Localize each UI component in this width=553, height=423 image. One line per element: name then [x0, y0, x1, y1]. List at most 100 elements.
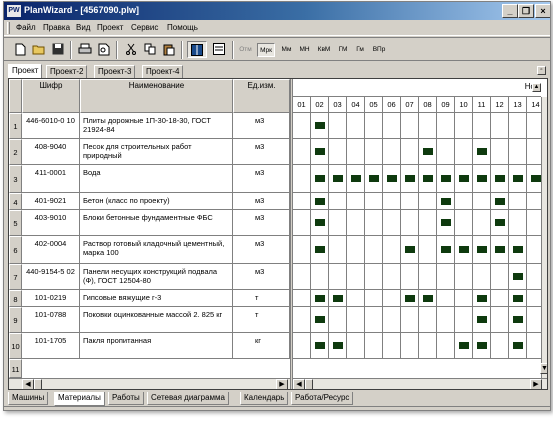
gantt-bar[interactable] [441, 198, 451, 205]
column-header-unit[interactable]: Ед.изм. [233, 79, 290, 113]
gantt-bar[interactable] [459, 246, 469, 253]
scale-disabled-button[interactable]: Отм [237, 43, 254, 57]
row-number[interactable]: 2 [9, 139, 22, 165]
gantt-bar[interactable] [441, 175, 451, 182]
gantt-bar[interactable] [423, 175, 433, 182]
gantt-bar[interactable] [477, 175, 487, 182]
new-file-icon[interactable] [11, 41, 29, 58]
pane-restore-icon[interactable]: ▫ [537, 66, 546, 75]
gantt-bar[interactable] [513, 295, 523, 302]
gantt-bar[interactable] [315, 316, 325, 323]
gantt-bar[interactable] [459, 342, 469, 349]
cut-icon[interactable] [122, 41, 140, 58]
gantt-bar[interactable] [477, 148, 487, 155]
row-number[interactable]: 10 [9, 333, 22, 359]
gantt-bar[interactable] [333, 295, 343, 302]
scroll-thumb[interactable] [34, 379, 42, 389]
menu-view[interactable]: Вид [76, 23, 90, 32]
scale-button[interactable]: ГМ [335, 43, 351, 57]
scale-button[interactable]: КвМ [314, 43, 334, 57]
gantt-bar[interactable] [423, 148, 433, 155]
vertical-scrollbar[interactable]: ▼ [540, 97, 547, 378]
scale-button[interactable]: Мм [278, 43, 295, 57]
menu-help[interactable]: Помощь [167, 23, 198, 32]
scroll-left-icon[interactable]: ◀ [293, 379, 305, 389]
scale-button[interactable]: Гм [352, 43, 368, 57]
gantt-bar[interactable] [315, 219, 325, 226]
gantt-bar[interactable] [513, 342, 523, 349]
tab-materials[interactable]: Материалы [54, 392, 105, 406]
tab-project-4[interactable]: Проект-4 [142, 65, 184, 78]
column-header-code[interactable]: Шифр [22, 79, 80, 113]
tab-project-3[interactable]: Проект-3 [94, 65, 136, 78]
scroll-right-icon[interactable]: ▶ [276, 379, 288, 389]
save-icon[interactable] [49, 41, 67, 58]
column-header-name[interactable]: Наименование [80, 79, 233, 113]
gantt-bar[interactable] [315, 342, 325, 349]
gantt-bar[interactable] [315, 198, 325, 205]
copy-icon[interactable] [141, 41, 159, 58]
menu-edit[interactable]: Правка [43, 23, 70, 32]
gantt-bar[interactable] [405, 175, 415, 182]
print-preview-icon[interactable] [95, 41, 113, 58]
gantt-bar[interactable] [441, 246, 451, 253]
tab-calendar[interactable]: Календарь [240, 392, 289, 405]
row-number[interactable]: 1 [9, 113, 22, 139]
gantt-bar[interactable] [513, 175, 523, 182]
tab-network-diagram[interactable]: Сетевая диаграмма [147, 392, 229, 405]
scroll-up-icon[interactable]: ▲ [532, 83, 541, 92]
gantt-bar[interactable] [477, 342, 487, 349]
menu-service[interactable]: Сервис [131, 23, 158, 32]
gantt-bar[interactable] [423, 295, 433, 302]
gantt-bar[interactable] [495, 198, 505, 205]
gantt-bar[interactable] [405, 295, 415, 302]
gantt-bar[interactable] [477, 295, 487, 302]
gantt-bar[interactable] [459, 175, 469, 182]
open-folder-icon[interactable] [30, 41, 48, 58]
gantt-bar[interactable] [513, 273, 523, 280]
table-view-icon[interactable] [187, 41, 207, 58]
row-number[interactable]: 7 [9, 264, 22, 290]
gantt-bar[interactable] [387, 175, 397, 182]
title-bar[interactable]: PW PlanWizard - [4567090.plw] _ ❐ × [4, 2, 550, 20]
gantt-bar[interactable] [477, 316, 487, 323]
tab-machines[interactable]: Машины [8, 392, 49, 405]
close-button[interactable]: × [535, 4, 550, 18]
row-number[interactable]: 9 [9, 307, 22, 333]
gantt-bar[interactable] [513, 246, 523, 253]
gantt-hscrollbar[interactable]: ◀ ▶ [293, 378, 547, 389]
row-number[interactable]: 4 [9, 193, 22, 210]
menu-project[interactable]: Проект [97, 23, 123, 32]
gantt-bar[interactable] [315, 246, 325, 253]
gantt-bar[interactable] [315, 148, 325, 155]
scale-selected-button[interactable]: Мрк [257, 43, 275, 57]
gantt-bar[interactable] [315, 175, 325, 182]
row-number[interactable]: 6 [9, 236, 22, 264]
tab-work-resource[interactable]: Работа/Ресурс [291, 392, 354, 405]
gantt-bar[interactable] [441, 219, 451, 226]
scroll-left-icon[interactable]: ◀ [22, 379, 34, 389]
gantt-bar[interactable] [477, 246, 487, 253]
menu-file[interactable]: Файл [16, 23, 36, 32]
gantt-bar[interactable] [315, 295, 325, 302]
tab-project-1[interactable]: Проект [8, 64, 43, 78]
row-number[interactable]: 3 [9, 165, 22, 193]
gantt-bar[interactable] [333, 342, 343, 349]
gantt-bar[interactable] [495, 219, 505, 226]
row-number[interactable]: 8 [9, 290, 22, 307]
scroll-down-icon[interactable]: ▼ [540, 363, 547, 374]
scroll-right-icon[interactable]: ▶ [530, 379, 542, 389]
table-hscrollbar[interactable]: ◀ ▶ [9, 378, 290, 389]
chart-view-icon[interactable] [209, 41, 229, 58]
row-number[interactable]: 5 [9, 210, 22, 236]
gantt-bar[interactable] [315, 122, 325, 129]
paste-icon[interactable] [160, 41, 178, 58]
scale-button[interactable]: МН [296, 43, 313, 57]
gantt-bar[interactable] [351, 175, 361, 182]
tab-project-2[interactable]: Проект-2 [46, 65, 88, 78]
restore-button[interactable]: ❐ [518, 4, 534, 18]
print-icon[interactable] [76, 41, 94, 58]
row-number[interactable]: 11 [9, 359, 22, 378]
gantt-bar[interactable] [405, 246, 415, 253]
gantt-bar[interactable] [531, 175, 541, 182]
